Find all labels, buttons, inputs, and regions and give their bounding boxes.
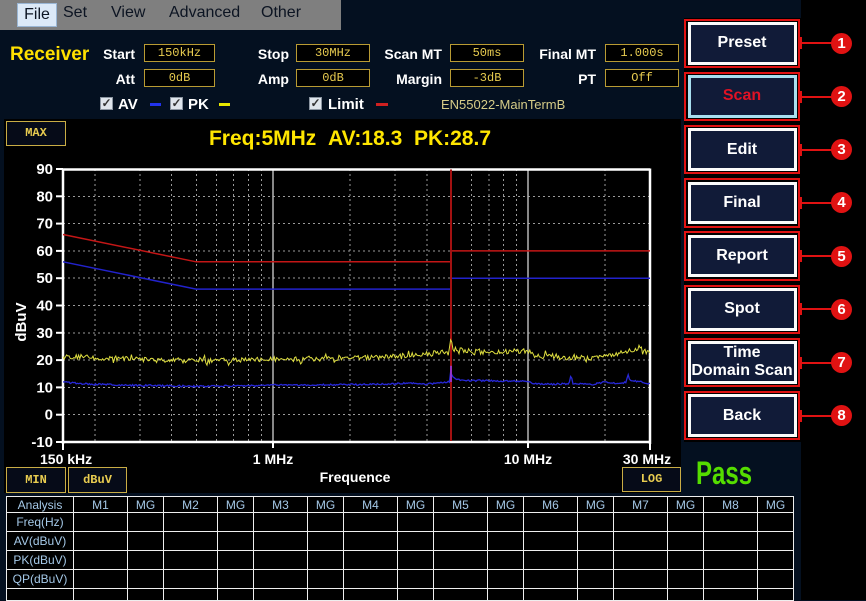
svg-text:0: 0: [45, 407, 53, 424]
svg-text:50: 50: [36, 270, 53, 287]
svg-text:150 kHz: 150 kHz: [40, 451, 92, 467]
svg-text:1 MHz: 1 MHz: [253, 451, 293, 467]
svg-text:20: 20: [36, 352, 53, 369]
svg-text:30 MHz: 30 MHz: [623, 451, 671, 467]
svg-text:Freq:5MHz AV:18.3 PK:28.7: Freq:5MHz AV:18.3 PK:28.7: [209, 127, 491, 150]
svg-text:30: 30: [36, 325, 53, 342]
svg-text:Frequence: Frequence: [320, 469, 391, 485]
svg-text:10: 10: [36, 379, 53, 396]
svg-text:60: 60: [36, 243, 53, 260]
svg-text:70: 70: [36, 216, 53, 233]
svg-text:80: 80: [36, 188, 53, 205]
svg-text:40: 40: [36, 298, 53, 315]
svg-text:10 MHz: 10 MHz: [504, 451, 552, 467]
svg-text:90: 90: [36, 161, 53, 178]
svg-text:dBuV: dBuV: [13, 302, 30, 341]
svg-text:-10: -10: [31, 434, 53, 451]
